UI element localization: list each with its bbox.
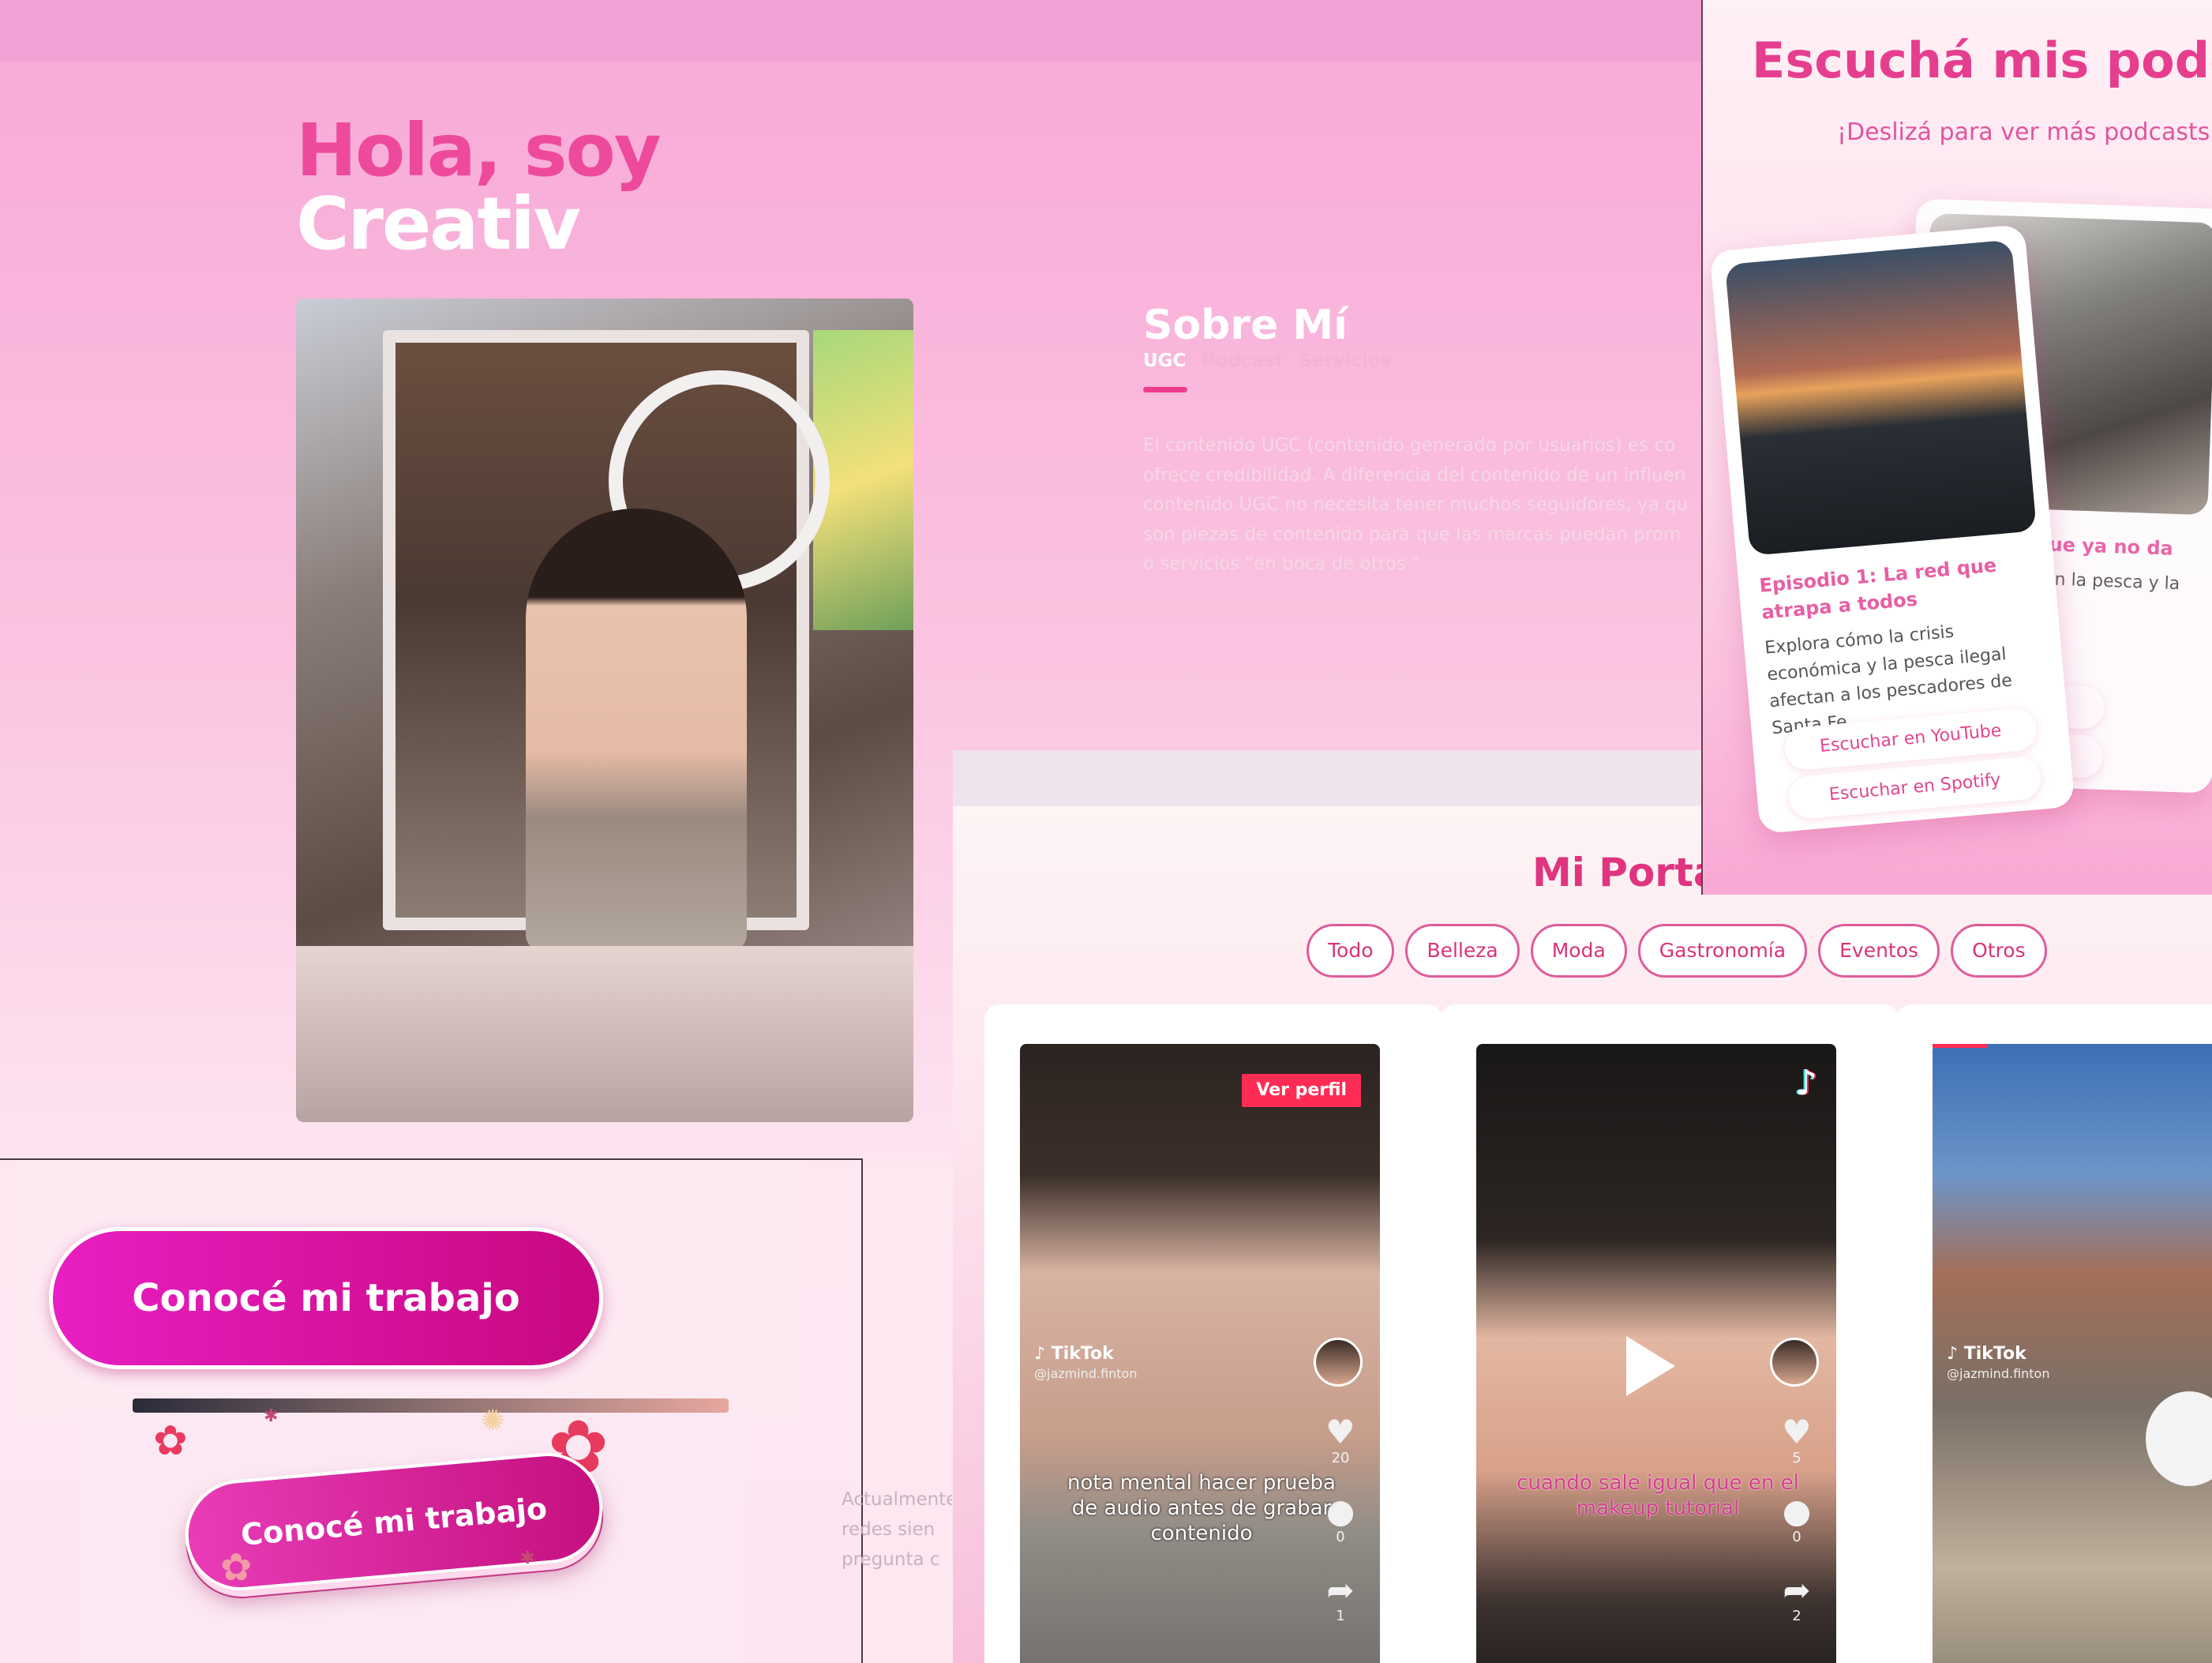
partial-line: Actualmente (842, 1489, 952, 1510)
about-line: son piezas de contenido para que las mar… (1143, 524, 1681, 545)
daisy-icon: ✺ (481, 1405, 505, 1437)
tiktok-icon: ♪ (1947, 1344, 1959, 1364)
video-card: ♪ TikTok @jazmind.finton (1897, 1004, 2212, 1663)
podcasts-section: Escuchá mis podca ¡Deslizá para ver más … (1701, 0, 2212, 895)
image-strip (133, 1398, 729, 1413)
cta-preview-area: Conocé mi trabajo (16, 1160, 805, 1421)
video-card: ♪ ♥ 5 ● 0 ➦ 2 cuando sale igual que en e… (1441, 1004, 1899, 1663)
about-line: o servicios "en boca de otros " (1143, 554, 1420, 574)
tab-ugc[interactable]: UGC (1143, 351, 1186, 371)
avatar[interactable] (1770, 1338, 1819, 1387)
video-card: Ver perfil ♪ TikTok @jazmind.finton ♥ 20… (984, 1004, 1442, 1663)
like-group[interactable]: ♥ 5 (1781, 1413, 1813, 1467)
video-progress (1933, 1044, 1988, 1048)
tiktok-icon: ♪ (1034, 1344, 1046, 1364)
filter-gastronomia[interactable]: Gastronomía (1637, 924, 1808, 978)
podcasts-subtitle: ¡Deslizá para ver más podcasts! (1837, 118, 2212, 146)
like-count: 20 (1331, 1450, 1350, 1466)
filter-belleza[interactable]: Belleza (1405, 924, 1520, 978)
ver-perfil-button[interactable]: Ver perfil (1242, 1074, 1361, 1107)
play-icon[interactable] (1626, 1336, 1675, 1396)
share-count: 1 (1336, 1608, 1345, 1624)
share-icon: ➦ (1783, 1571, 1811, 1609)
top-bar (0, 0, 1702, 62)
tiktok-video[interactable]: ♪ TikTok @jazmind.finton (1933, 1044, 2212, 1663)
sparkle-icon: ✱ (264, 1406, 279, 1426)
tiktok-platform: TikTok (1051, 1344, 1114, 1364)
video-caption: cuando sale igual que en el makeup tutor… (1517, 1471, 1799, 1520)
heart-icon: ♥ (1325, 1413, 1355, 1451)
portfolio-filters: Todo Belleza Moda Gastronomía Eventos Ot… (1307, 924, 2047, 978)
tiktok-video[interactable]: Ver perfil ♪ TikTok @jazmind.finton ♥ 20… (1020, 1044, 1380, 1663)
tiktok-handle: @jazmind.finton (1947, 1366, 2050, 1381)
about-text: El contenido UGC (contenido generado por… (1143, 431, 1702, 589)
cta-styled-area: ✿ ✱ ✺ ✿ Conocé mi trabajo ✿ ✱ (74, 1405, 745, 1663)
tiktok-handle: @jazmind.finton (1034, 1366, 1138, 1381)
panda-costume (2146, 1391, 2212, 1486)
tiktok-video[interactable]: ♪ ♥ 5 ● 0 ➦ 2 cuando sale igual que en e… (1476, 1044, 1836, 1663)
about-line: El contenido UGC (contenido generado por… (1143, 435, 1676, 456)
tab-podcast[interactable]: Podcast (1202, 351, 1283, 371)
portrait-figure (526, 509, 747, 951)
share-count: 2 (1792, 1608, 1801, 1624)
about-title: Sobre Mí (1143, 302, 1348, 349)
active-tab-indicator (1143, 387, 1187, 392)
filter-eventos[interactable]: Eventos (1818, 924, 1940, 978)
vanity-mirror (383, 330, 830, 951)
about-line: ofrece credibilidad. A diferencia del co… (1143, 464, 1686, 486)
like-group[interactable]: ♥ 20 (1325, 1413, 1356, 1467)
filter-otros[interactable]: Otros (1951, 924, 2047, 978)
about-tabs: UGC Podcast Servicios (1143, 351, 1392, 371)
like-count: 5 (1792, 1450, 1801, 1466)
hero-greeting: Hola, soy (296, 108, 662, 193)
podcast-image (1725, 239, 2037, 556)
tiktok-icon: ♪ (1794, 1063, 1817, 1103)
about-line: contenido UGC no necesita tener muchos s… (1143, 494, 1689, 515)
tiktok-label: ♪ TikTok (1947, 1344, 2026, 1364)
tab-servicios[interactable]: Servicios (1299, 351, 1391, 371)
podcast-card: Episodio 1: La red que atrapa a todos Ex… (1709, 223, 2075, 835)
cta-section: Conocé mi trabajo ✿ ✱ ✺ ✿ Conocé mi trab… (0, 1158, 863, 1663)
filter-moda[interactable]: Moda (1530, 924, 1627, 978)
sparkle-icon: ✱ (520, 1549, 535, 1568)
video-caption: nota mental hacer prueba de audio antes … (1067, 1471, 1336, 1545)
podcasts-title: Escuchá mis podca (1752, 32, 2212, 89)
avatar[interactable] (1314, 1338, 1363, 1387)
partial-line: pregunta c (842, 1549, 940, 1570)
partial-line: redes sien (842, 1519, 935, 1540)
flower-icon: ✿ (220, 1545, 253, 1590)
hero-name: Creativ (296, 182, 581, 266)
comment-count: 0 (1792, 1529, 1801, 1545)
conoce-trabajo-button[interactable]: Conocé mi trabajo (49, 1227, 603, 1369)
share-icon: ➦ (1326, 1571, 1355, 1609)
flower-icon: ✿ (153, 1417, 188, 1465)
filter-todo[interactable]: Todo (1307, 924, 1395, 978)
partial-text: Actualmente redes sien pregunta c (842, 1485, 952, 1575)
makeup-table (296, 946, 913, 1122)
share-group[interactable]: ➦ 1 (1325, 1571, 1356, 1625)
share-group[interactable]: ➦ 2 (1781, 1571, 1813, 1625)
tiktok-label: ♪ TikTok (1034, 1344, 1114, 1364)
heart-icon: ♥ (1782, 1413, 1812, 1451)
hero-photo (296, 298, 913, 1122)
tiktok-platform: TikTok (1963, 1344, 2026, 1364)
